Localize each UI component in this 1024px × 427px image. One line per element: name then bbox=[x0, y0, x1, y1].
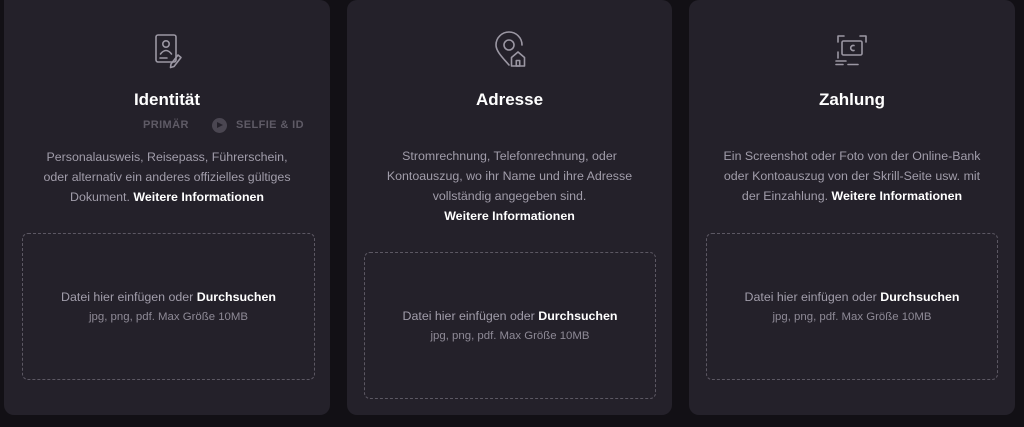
description-line: vollständig angegeben sind. bbox=[432, 189, 587, 203]
drop-instruction: Datei hier einfügen oder Durchsuchen bbox=[707, 288, 997, 306]
step-primary[interactable]: PRIMÄR bbox=[143, 119, 189, 131]
file-format-hint: jpg, png, pdf. Max Größe 10MB bbox=[430, 330, 590, 342]
card-description: Stromrechnung, Telefonrechnung, oder Kon… bbox=[361, 146, 658, 226]
browse-link[interactable]: Durchsuchen bbox=[197, 290, 276, 304]
step-indicator: PRIMÄR SELFIE & ID bbox=[4, 118, 330, 134]
description-line: oder alternativ ein anderes offizielles … bbox=[43, 170, 291, 184]
more-info-link[interactable]: Weitere Informationen bbox=[444, 209, 575, 223]
file-format-hint: jpg, png, pdf. Max Größe 10MB bbox=[772, 311, 932, 323]
card-description: Ein Screenshot oder Foto von der Online-… bbox=[703, 146, 1001, 206]
card-title: Adresse bbox=[475, 90, 544, 109]
browse-link[interactable]: Durchsuchen bbox=[538, 309, 617, 323]
step-selfie-id[interactable]: SELFIE & ID bbox=[236, 119, 304, 131]
drop-instruction: Datei hier einfügen oder Durchsuchen bbox=[365, 307, 655, 325]
description-line: Personalausweis, Reisepass, Führerschein… bbox=[46, 150, 288, 164]
card-title: Zahlung bbox=[818, 90, 886, 109]
description-line: Ein Screenshot oder Foto von der Online-… bbox=[723, 149, 981, 163]
description-line: der Einzahlung. bbox=[741, 189, 829, 203]
description-line: Dokument. bbox=[70, 190, 130, 204]
file-drop-zone[interactable]: Datei hier einfügen oder Durchsuchen jpg… bbox=[364, 252, 656, 399]
description-line: Stromrechnung, Telefonrechnung, oder bbox=[402, 149, 617, 163]
more-info-link[interactable]: Weitere Informationen bbox=[133, 190, 264, 204]
description-line: oder Kontoauszug von der Skrill-Seite us… bbox=[723, 169, 981, 183]
payment-card: Zahlung Ein Screenshot oder Foto von der… bbox=[689, 0, 1015, 415]
drop-instruction: Datei hier einfügen oder Durchsuchen bbox=[23, 288, 314, 306]
payment-screenshot-icon bbox=[832, 30, 872, 70]
drop-text: Datei hier einfügen oder bbox=[402, 309, 535, 323]
drop-text: Datei hier einfügen oder bbox=[61, 290, 194, 304]
chevron-right-icon bbox=[212, 118, 227, 133]
file-format-hint: jpg, png, pdf. Max Größe 10MB bbox=[89, 311, 248, 323]
address-card: Adresse Stromrechnung, Telefonrechnung, … bbox=[347, 0, 672, 415]
description-line: Kontoauszug, wo ihr Name und ihre Adress… bbox=[386, 169, 633, 183]
id-document-icon bbox=[147, 30, 187, 70]
identity-card: Identität PRIMÄR SELFIE & ID Personalaus… bbox=[4, 0, 330, 415]
more-info-link[interactable]: Weitere Informationen bbox=[831, 189, 962, 203]
file-drop-zone[interactable]: Datei hier einfügen oder Durchsuchen jpg… bbox=[22, 233, 315, 380]
file-drop-zone[interactable]: Datei hier einfügen oder Durchsuchen jpg… bbox=[706, 233, 998, 380]
card-title: Identität bbox=[133, 90, 201, 109]
location-home-icon bbox=[490, 30, 530, 70]
verification-page: Identität PRIMÄR SELFIE & ID Personalaus… bbox=[0, 0, 1024, 427]
browse-link[interactable]: Durchsuchen bbox=[880, 290, 959, 304]
card-description: Personalausweis, Reisepass, Führerschein… bbox=[18, 147, 316, 207]
drop-text: Datei hier einfügen oder bbox=[744, 290, 877, 304]
